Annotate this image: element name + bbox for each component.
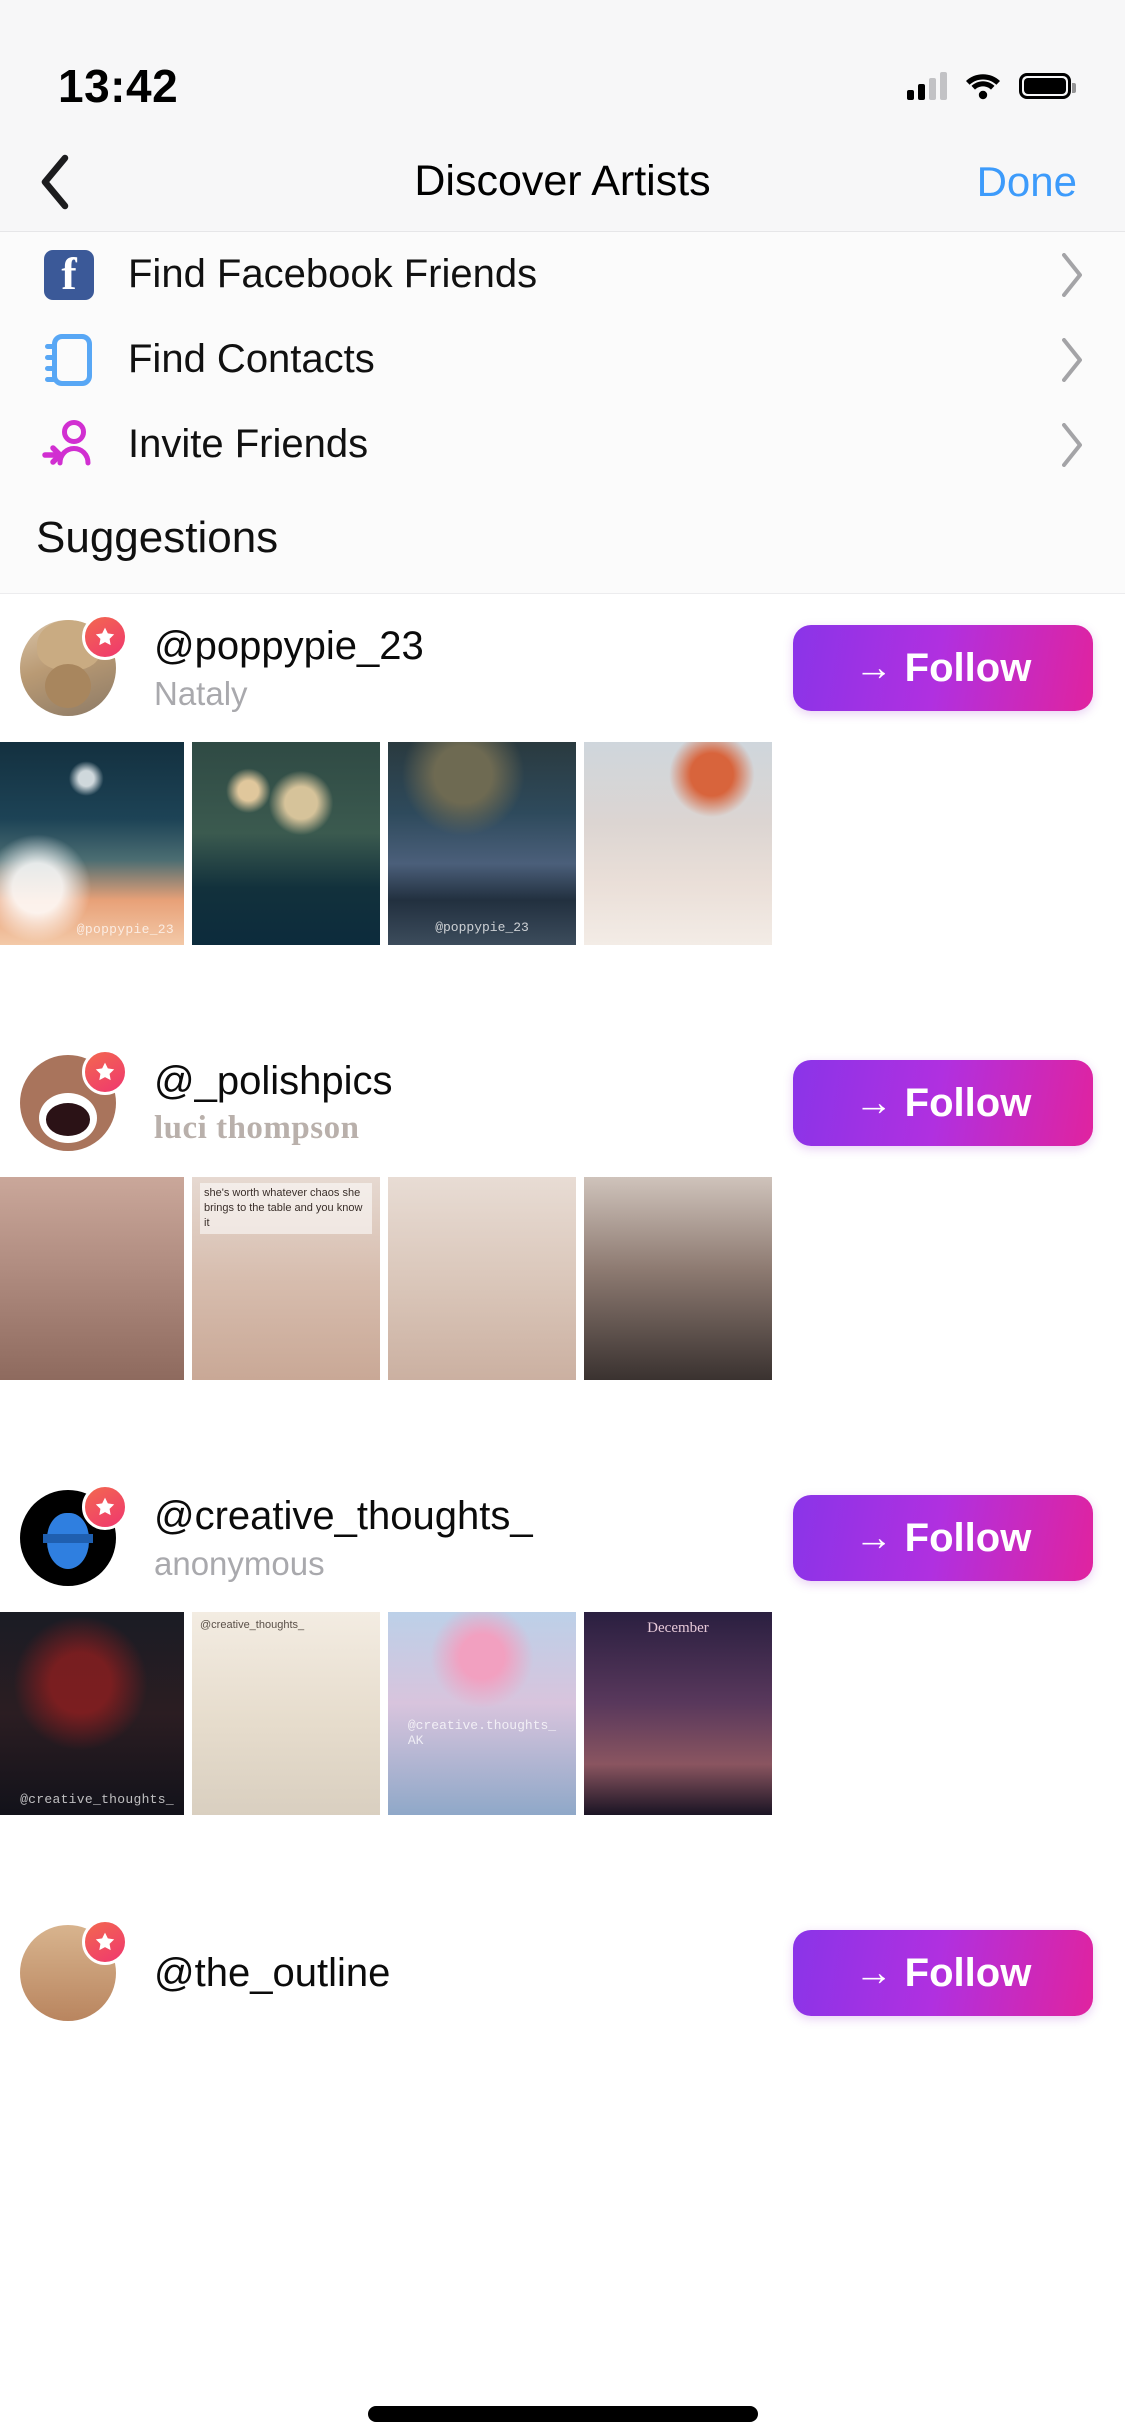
star-badge-icon xyxy=(82,1049,128,1095)
artwork-watermark: @poppypie_23 xyxy=(435,920,529,935)
navigation-bar: Discover Artists Done xyxy=(0,132,1125,232)
card-spacer xyxy=(0,1380,1125,1464)
status-bar-time: 13:42 xyxy=(58,60,179,112)
artwork-watermark: @creative.thoughts_ AK xyxy=(407,1717,557,1748)
follow-button-label: Follow xyxy=(904,1080,1032,1125)
chevron-left-icon xyxy=(41,154,69,209)
follow-button-label: Follow xyxy=(904,1515,1032,1560)
artwork-watermark: @creative_thoughts_ xyxy=(200,1619,305,1631)
artwork-thumbnail[interactable]: she's worth whatever chaos she brings to… xyxy=(192,1177,380,1380)
star-badge-icon xyxy=(82,1484,128,1530)
artist-names: @the_outline xyxy=(154,1950,793,1996)
follow-button[interactable]: → Follow xyxy=(793,1495,1093,1581)
done-button[interactable]: Done xyxy=(977,158,1077,206)
artist-header[interactable]: @creative_thoughts_ anonymous → Follow xyxy=(0,1464,1125,1612)
status-bar: 13:42 xyxy=(0,0,1125,132)
artwork-thumbnail[interactable] xyxy=(388,1177,576,1380)
artwork-watermark: @poppypie_23 xyxy=(76,922,174,937)
star-badge-icon xyxy=(82,614,128,660)
person-add-icon xyxy=(36,417,102,473)
artist-display-name: luci thompson xyxy=(154,1110,360,1147)
artist-header[interactable]: @_polishpics luci thompson → Follow xyxy=(0,1029,1125,1177)
artist-card: @the_outline → Follow xyxy=(0,1899,1125,2047)
artist-username: @poppypie_23 xyxy=(154,624,424,669)
artist-names: @creative_thoughts_ anonymous xyxy=(154,1493,793,1583)
artist-names: @_polishpics luci thompson xyxy=(154,1058,793,1148)
artwork-thumbnail[interactable]: @poppypie_23 xyxy=(388,742,576,945)
artwork-thumbnail[interactable] xyxy=(192,742,380,945)
status-bar-indicators xyxy=(907,71,1076,101)
arrow-right-icon: → xyxy=(854,1081,893,1124)
artist-names: @poppypie_23 Nataly xyxy=(154,623,793,713)
card-spacer xyxy=(0,945,1125,1029)
artist-username: @the_outline xyxy=(154,1951,391,1995)
artwork-strip: she's worth whatever chaos she brings to… xyxy=(0,1177,1125,1380)
action-label: Invite Friends xyxy=(128,422,369,466)
follow-button-label: Follow xyxy=(904,645,1032,690)
arrow-right-icon: → xyxy=(854,646,893,689)
star-badge-icon xyxy=(82,1919,128,1965)
arrow-right-icon: → xyxy=(854,1516,893,1559)
home-indicator[interactable] xyxy=(367,2406,758,2422)
battery-icon xyxy=(1019,73,1076,99)
artist-header[interactable]: @poppypie_23 Nataly → Follow xyxy=(0,594,1125,742)
follow-button[interactable]: → Follow xyxy=(793,1930,1093,2016)
page-title: Discover Artists xyxy=(414,157,711,205)
follow-button[interactable]: → Follow xyxy=(793,625,1093,711)
card-spacer xyxy=(0,1815,1125,1899)
action-label: Find Facebook Friends xyxy=(128,252,538,296)
action-row-invite-friends[interactable]: Invite Friends xyxy=(0,402,1125,487)
artwork-thumbnail[interactable] xyxy=(0,1177,184,1380)
facebook-icon xyxy=(36,249,102,300)
artwork-thumbnail[interactable]: @poppypie_23 xyxy=(0,742,184,945)
action-row-find-contacts[interactable]: Find Contacts xyxy=(0,317,1125,402)
artwork-thumbnail[interactable]: December xyxy=(584,1612,772,1815)
artwork-thumbnail[interactable]: @creative_thoughts_ xyxy=(192,1612,380,1815)
artist-display-name: anonymous xyxy=(154,1545,325,1583)
chevron-right-icon xyxy=(1062,422,1082,467)
artist-card: @_polishpics luci thompson → Follow she'… xyxy=(0,1029,1125,1380)
cellular-signal-icon xyxy=(907,72,947,100)
artwork-thumbnail[interactable] xyxy=(584,742,772,945)
artwork-thumbnail[interactable]: @creative.thoughts_ AK xyxy=(388,1612,576,1815)
artwork-watermark: December xyxy=(647,1620,709,1636)
action-list: Find Facebook Friends Find Contacts Invi… xyxy=(0,232,1125,487)
artist-username: @creative_thoughts_ xyxy=(154,1494,533,1539)
artwork-strip: @creative_thoughts_ @creative_thoughts_ … xyxy=(0,1612,1125,1815)
artwork-watermark: she's worth whatever chaos she brings to… xyxy=(200,1183,372,1234)
chevron-right-icon xyxy=(1062,252,1082,297)
suggestions-section-header: Suggestions xyxy=(0,487,1125,594)
artwork-watermark: @creative_thoughts_ xyxy=(20,1792,174,1807)
avatar[interactable] xyxy=(20,614,128,720)
arrow-right-icon: → xyxy=(854,1951,893,1994)
action-row-find-facebook-friends[interactable]: Find Facebook Friends xyxy=(0,232,1125,317)
artist-card: @poppypie_23 Nataly → Follow @poppypie_2… xyxy=(0,594,1125,945)
wifi-icon xyxy=(966,74,1000,100)
contacts-book-icon xyxy=(36,333,102,386)
artwork-strip: @poppypie_23 @poppypie_23 xyxy=(0,742,1125,945)
avatar[interactable] xyxy=(20,1919,128,2025)
suggestions-header-label: Suggestions xyxy=(36,513,279,562)
avatar[interactable] xyxy=(20,1049,128,1155)
avatar[interactable] xyxy=(20,1484,128,1590)
follow-button[interactable]: → Follow xyxy=(793,1060,1093,1146)
artist-username: @_polishpics xyxy=(154,1059,393,1104)
action-label: Find Contacts xyxy=(128,337,375,381)
artist-display-name: Nataly xyxy=(154,675,248,713)
artist-header[interactable]: @the_outline → Follow xyxy=(0,1899,1125,2047)
artwork-thumbnail[interactable] xyxy=(584,1177,772,1380)
artwork-thumbnail[interactable]: @creative_thoughts_ xyxy=(0,1612,184,1815)
chevron-right-icon xyxy=(1062,337,1082,382)
artist-card: @creative_thoughts_ anonymous → Follow @… xyxy=(0,1464,1125,1815)
back-button[interactable] xyxy=(0,154,110,210)
follow-button-label: Follow xyxy=(904,1950,1032,1995)
